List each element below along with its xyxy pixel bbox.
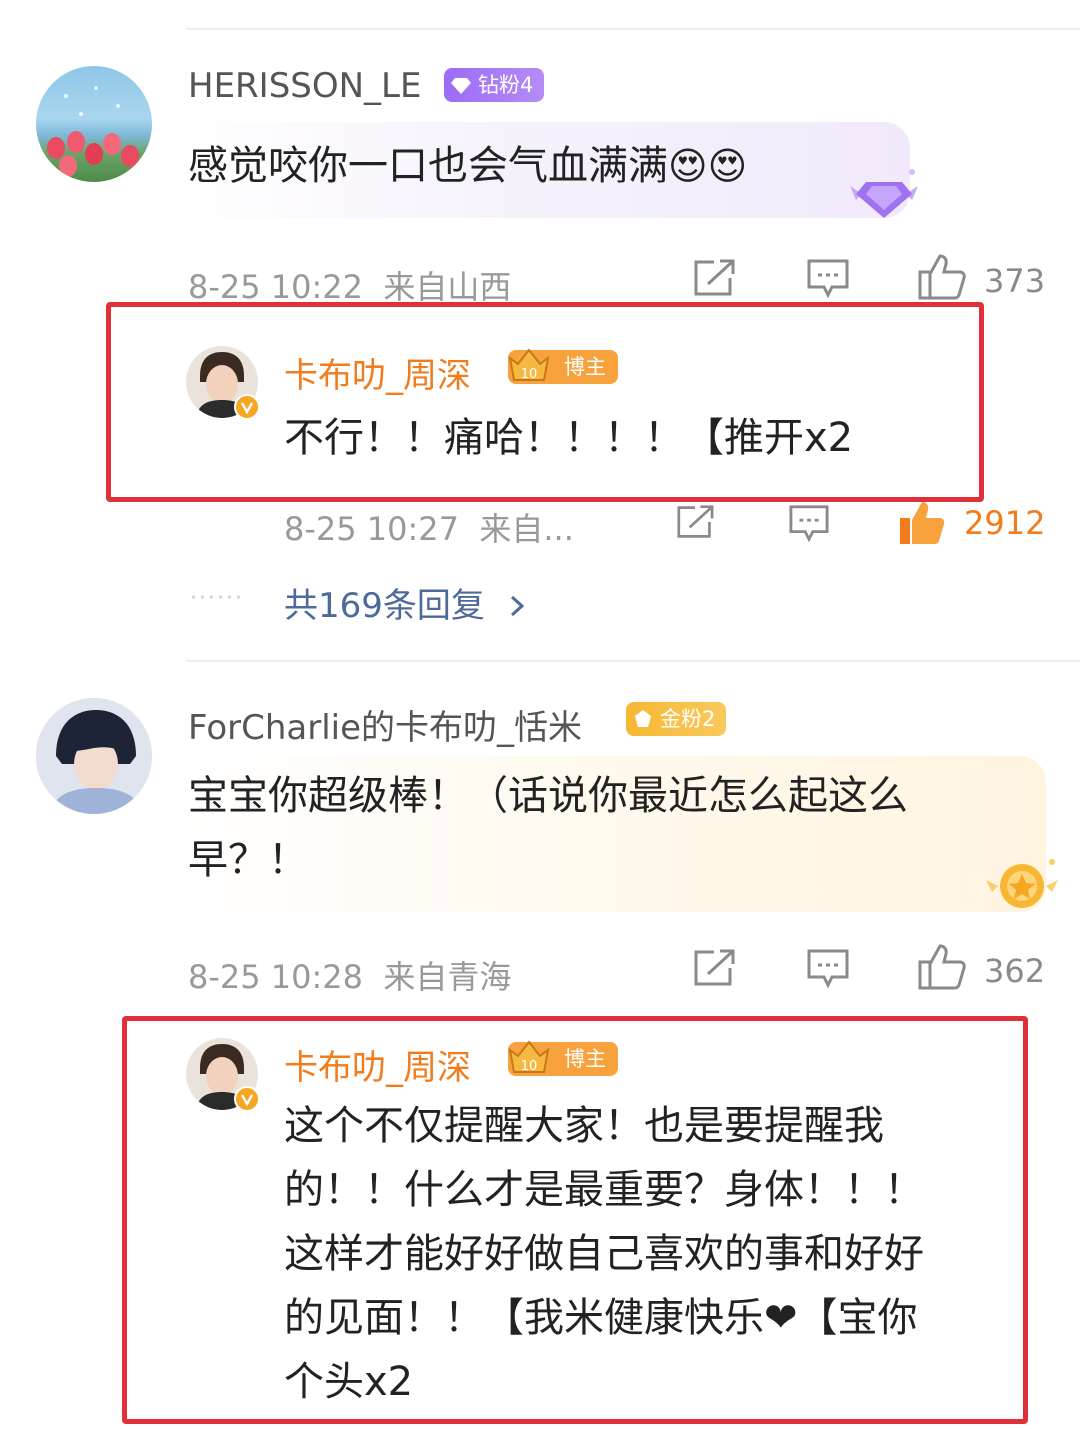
gold-decoration-icon bbox=[986, 859, 1058, 908]
reply-username[interactable]: 卡布叻_周深 bbox=[284, 1040, 471, 1089]
top-divider bbox=[186, 28, 1080, 30]
comment-username[interactable]: ForCharlie的卡布叻_恬米 bbox=[188, 700, 582, 749]
blogger-badge[interactable]: 10 博主 bbox=[508, 348, 618, 384]
like-icon[interactable] bbox=[916, 942, 966, 990]
comment-text: 感觉咬你一口也会气血满满😍😍 bbox=[188, 143, 748, 189]
crown-level-icon: 10 bbox=[508, 348, 550, 382]
reply-text: 这个不仅提醒大家！也是要提醒我 的！！什么才是最重要？身体！！！ 这样才能好好做… bbox=[284, 1103, 924, 1405]
comment-text: 宝宝你超级棒！（话说你最近怎么起这么 早？！ bbox=[188, 773, 908, 883]
like-count: 373 bbox=[984, 262, 1046, 300]
share-icon[interactable] bbox=[674, 504, 716, 540]
reply-username[interactable]: 卡布叻_周深 bbox=[284, 348, 471, 397]
gold-gem-icon bbox=[635, 710, 651, 727]
blogger-badge[interactable]: 10 博主 bbox=[508, 1040, 618, 1076]
comment-icon[interactable] bbox=[788, 504, 830, 544]
svg-text:10: 10 bbox=[521, 367, 538, 382]
reply-time: 8-25 10:27 来自... bbox=[284, 510, 574, 548]
avatar[interactable] bbox=[36, 698, 152, 814]
fan-badge[interactable]: 金粉2 bbox=[626, 702, 726, 736]
thread-dots: ······ bbox=[190, 586, 244, 611]
like-count: 2912 bbox=[964, 504, 1046, 542]
chevron-right-icon bbox=[510, 595, 524, 617]
comment-time: 8-25 10:28 来自青海 bbox=[188, 958, 512, 996]
crown-level-icon: 10 bbox=[508, 1040, 550, 1074]
emoji: 😍😍 bbox=[668, 144, 748, 188]
liked-icon[interactable] bbox=[896, 498, 946, 546]
like-count: 362 bbox=[984, 952, 1046, 990]
view-replies-link[interactable]: 共169条回复 bbox=[284, 578, 528, 627]
comment-divider bbox=[186, 660, 1080, 662]
share-icon[interactable] bbox=[692, 948, 736, 988]
fan-badge[interactable]: 钻粉4 bbox=[444, 68, 544, 102]
comment-username[interactable]: HERISSON_LE bbox=[188, 66, 421, 106]
comment-icon[interactable] bbox=[806, 948, 850, 990]
diamond-icon bbox=[451, 78, 471, 94]
comment-icon[interactable] bbox=[806, 258, 850, 300]
share-icon[interactable] bbox=[692, 258, 736, 298]
tulip-photo-icon bbox=[47, 86, 139, 177]
svg-text:10: 10 bbox=[521, 1059, 538, 1074]
like-icon[interactable] bbox=[916, 252, 966, 300]
diamond-decoration-icon bbox=[850, 169, 918, 218]
avatar[interactable] bbox=[36, 66, 152, 182]
verified-icon bbox=[234, 1086, 260, 1112]
person-photo-icon bbox=[36, 698, 152, 814]
reply-text: 不行！！痛哈！！！！【推开x2 bbox=[284, 415, 854, 461]
verified-icon bbox=[234, 394, 260, 420]
